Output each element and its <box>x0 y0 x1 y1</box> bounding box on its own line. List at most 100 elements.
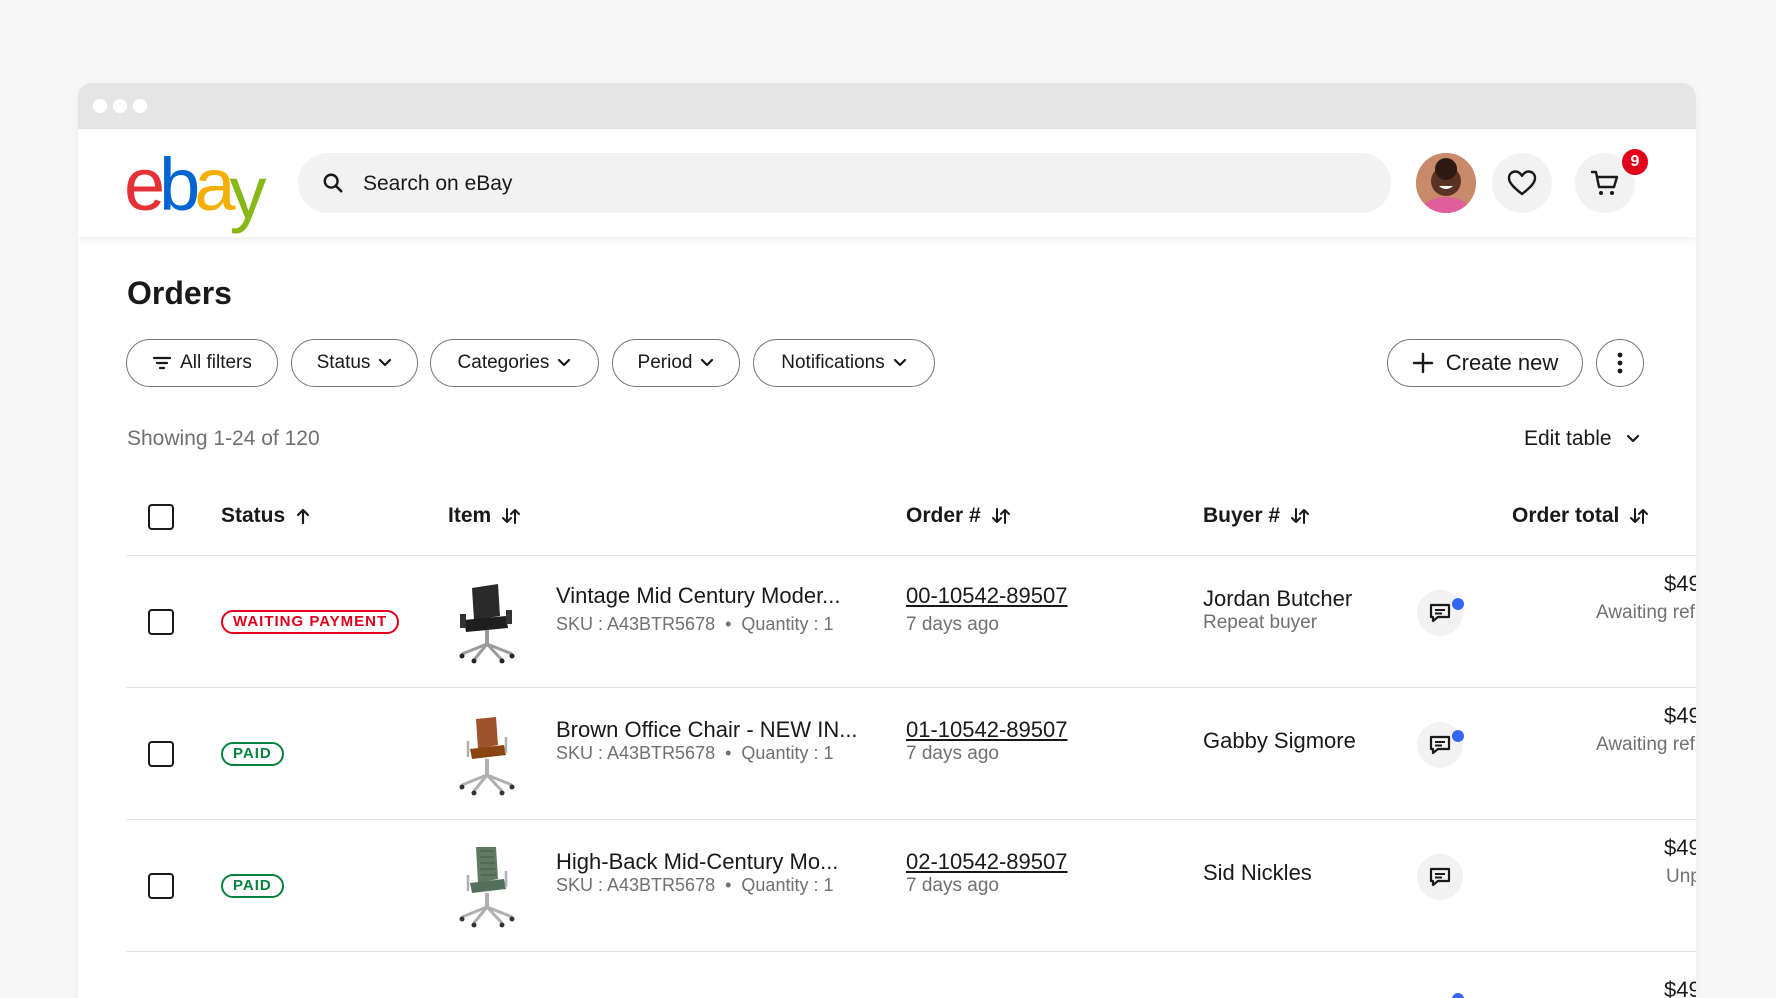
message-button[interactable] <box>1417 722 1463 768</box>
sort-icon <box>1291 508 1310 524</box>
status-badge: PAID <box>221 874 284 898</box>
item-meta: SKU : A43BTR5678 • Quantity : 1 <box>556 614 833 635</box>
sort-icon <box>502 508 521 524</box>
status-filter[interactable]: Status <box>291 339 418 387</box>
sort-ascending-icon <box>297 508 310 525</box>
logo-letter: a <box>194 143 235 226</box>
column-label: Buyer # <box>1203 504 1281 527</box>
unread-indicator <box>1452 730 1464 742</box>
order-total-status: Awaiting ref <box>1596 734 1695 755</box>
chevron-down-icon <box>893 358 906 367</box>
window-titlebar <box>78 83 1696 129</box>
row-divider <box>126 819 1696 820</box>
logo-letter: y <box>229 151 266 234</box>
row-checkbox[interactable] <box>148 741 174 767</box>
status-badge: PAID <box>221 742 284 766</box>
cart-count-badge: 9 <box>1620 147 1650 177</box>
row-divider <box>126 555 1696 556</box>
order-number-link[interactable]: 00-10542-89507 <box>906 583 1067 609</box>
separator-dot: • <box>720 875 742 895</box>
item-title-link[interactable]: High-Back Mid-Century Mo... <box>556 849 838 875</box>
message-icon <box>1429 603 1451 623</box>
buyer-note: Repeat buyer <box>1203 612 1318 633</box>
order-total: $49 <box>1664 571 1696 596</box>
order-total-status: Awaiting ref <box>1596 602 1695 623</box>
order-time: 7 days ago <box>906 875 999 896</box>
page-title: Orders <box>127 275 232 311</box>
row-checkbox[interactable] <box>148 609 174 635</box>
item-meta: SKU : A43BTR5678 • Quantity : 1 <box>556 875 833 896</box>
notifications-filter[interactable]: Notifications <box>753 339 935 387</box>
item-thumbnail <box>459 847 515 928</box>
separator-dot: • <box>720 743 742 763</box>
notifications-filter-label: Notifications <box>781 352 885 373</box>
cart-icon <box>1590 170 1619 195</box>
heart-icon <box>1507 170 1537 196</box>
search-icon <box>323 173 343 193</box>
select-all-checkbox[interactable] <box>148 504 174 530</box>
unread-indicator <box>1452 598 1464 610</box>
results-count: Showing 1-24 of 120 <box>127 427 320 450</box>
more-options-button[interactable] <box>1596 339 1644 387</box>
column-header-order[interactable]: Order # <box>906 504 1011 528</box>
item-title-link[interactable]: Brown Office Chair - NEW IN... <box>556 717 858 743</box>
buyer-name[interactable]: Sid Nickles <box>1203 860 1312 886</box>
plus-icon <box>1412 352 1433 374</box>
edit-table-button[interactable]: Edit table <box>1524 427 1640 451</box>
column-header-item[interactable]: Item <box>448 504 521 528</box>
period-filter-label: Period <box>637 352 693 373</box>
create-new-button[interactable]: Create new <box>1387 339 1583 387</box>
item-sku: SKU : A43BTR5678 <box>556 614 716 634</box>
status-filter-label: Status <box>316 352 371 373</box>
chevron-down-icon <box>379 358 392 367</box>
order-total: $49 <box>1664 977 1696 998</box>
row-checkbox[interactable] <box>148 873 174 899</box>
column-label: Status <box>221 504 286 527</box>
item-thumbnail <box>459 584 515 664</box>
sort-icon <box>1630 508 1649 524</box>
column-label: Order total <box>1512 504 1620 527</box>
chevron-down-icon <box>701 358 714 367</box>
column-header-status[interactable]: Status <box>221 504 311 528</box>
all-filters-label: All filters <box>180 352 252 373</box>
order-total-status: Unp <box>1666 866 1696 887</box>
column-header-total[interactable]: Order total <box>1512 504 1649 528</box>
filter-icon <box>152 356 172 370</box>
column-header-buyer[interactable]: Buyer # <box>1203 504 1310 528</box>
window-dot <box>93 99 107 113</box>
window-dot <box>113 99 127 113</box>
order-time: 7 days ago <box>906 614 999 635</box>
logo-letter: e <box>124 143 165 226</box>
message-button[interactable] <box>1417 854 1463 900</box>
search-bar[interactable]: Search on eBay <box>298 153 1391 213</box>
period-filter[interactable]: Period <box>612 339 740 387</box>
column-label: Item <box>448 504 492 527</box>
item-sku: SKU : A43BTR5678 <box>556 743 716 763</box>
order-number-link[interactable]: 02-10542-89507 <box>906 849 1067 875</box>
item-sku: SKU : A43BTR5678 <box>556 875 716 895</box>
categories-filter-label: Categories <box>457 352 550 373</box>
all-filters-button[interactable]: All filters <box>126 339 278 387</box>
item-quantity: Quantity : 1 <box>741 614 834 634</box>
message-button[interactable] <box>1417 590 1463 636</box>
avatar[interactable] <box>1416 153 1476 213</box>
item-meta: SKU : A43BTR5678 • Quantity : 1 <box>556 743 833 764</box>
buyer-name[interactable]: Gabby Sigmore <box>1203 728 1356 754</box>
item-title-link[interactable]: Vintage Mid Century Moder... <box>556 583 841 609</box>
order-total: $49 <box>1664 703 1696 728</box>
ebay-logo[interactable]: ebay <box>124 143 266 230</box>
order-total: $49 <box>1664 835 1696 860</box>
order-number-link[interactable]: 01-10542-89507 <box>906 717 1067 743</box>
separator-dot: • <box>720 614 742 634</box>
item-quantity: Quantity : 1 <box>741 875 834 895</box>
categories-filter[interactable]: Categories <box>430 339 599 387</box>
message-icon <box>1429 735 1451 755</box>
column-label: Order # <box>906 504 981 527</box>
item-thumbnail <box>459 717 515 796</box>
buyer-name[interactable]: Jordan Butcher <box>1203 586 1352 612</box>
browser-window: ebay Search on eBay 9 Orders All filters <box>78 83 1696 998</box>
row-divider <box>126 951 1696 952</box>
watchlist-button[interactable] <box>1492 153 1552 213</box>
search-input[interactable]: Search on eBay <box>363 172 512 196</box>
create-new-label: Create new <box>1445 350 1559 375</box>
